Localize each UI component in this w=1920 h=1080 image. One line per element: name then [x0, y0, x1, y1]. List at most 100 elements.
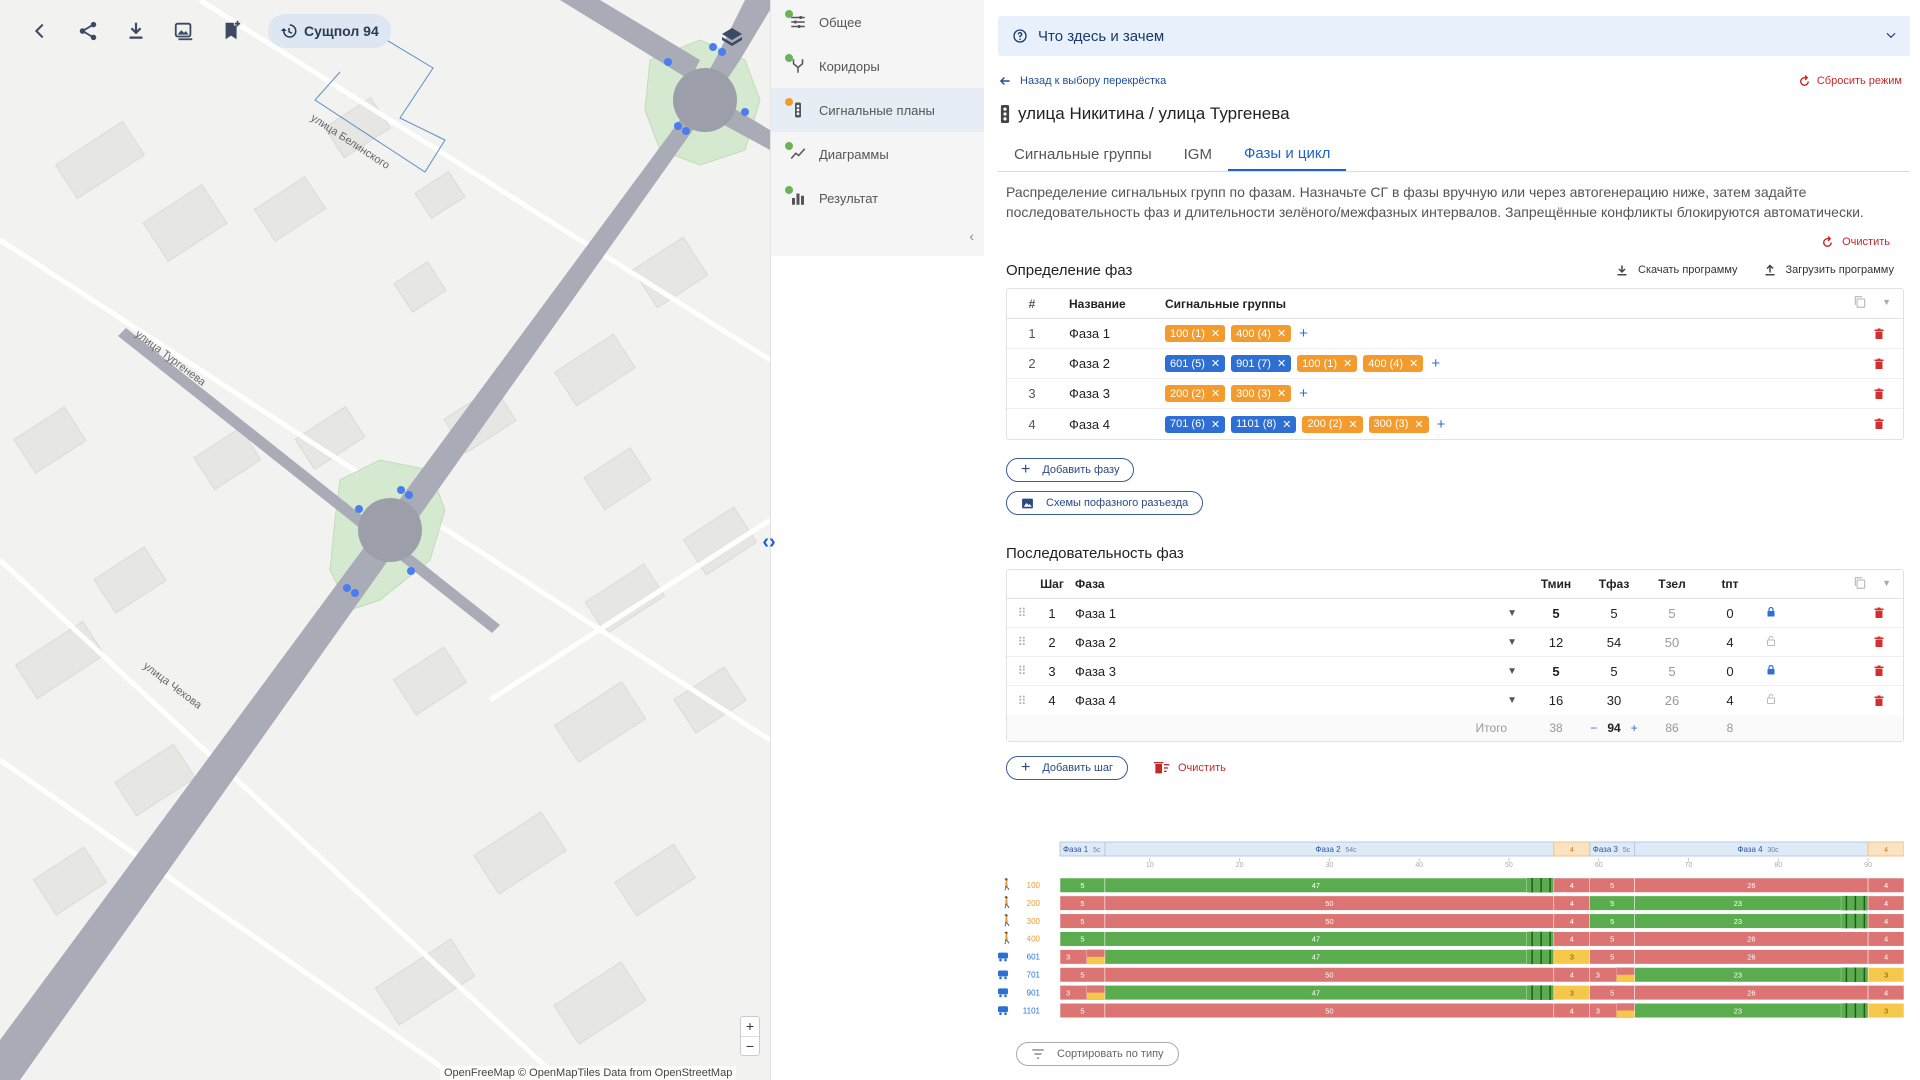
add-group-icon[interactable]: + [1299, 385, 1308, 402]
back-button[interactable] [18, 14, 62, 48]
collapse-sidebar-button[interactable]: ‹ [969, 228, 974, 244]
phase-select[interactable]: Фаза 1 ▼ [1067, 606, 1527, 621]
sort-by-type-button[interactable]: Сортировать по типу [1016, 1042, 1179, 1066]
drag-handle-icon[interactable]: ⠿ [1007, 694, 1037, 708]
signal-group-chip[interactable]: 300 (3) ✕ [1368, 415, 1429, 433]
tphase-input[interactable]: 5 [1585, 606, 1643, 621]
tmin-value: 5 [1552, 605, 1560, 621]
close-icon[interactable]: ✕ [1348, 418, 1357, 431]
add-group-icon[interactable]: + [1431, 355, 1440, 372]
add-group-icon[interactable]: + [1437, 416, 1446, 433]
trash-icon[interactable] [1873, 388, 1885, 400]
close-icon[interactable]: ✕ [1409, 357, 1418, 370]
signal-group-chip[interactable]: 300 (3) ✕ [1231, 385, 1292, 402]
close-icon[interactable]: ✕ [1277, 357, 1286, 370]
bookmark-button[interactable] [210, 14, 254, 48]
sidebar-item-diagrams[interactable]: Диаграммы [771, 132, 984, 176]
split-handle[interactable]: ‹› [754, 531, 784, 553]
reset-mode-link[interactable]: Сбросить режим [1798, 74, 1902, 88]
caret-down-icon[interactable]: ▼ [1882, 578, 1891, 588]
trash-icon[interactable] [1873, 636, 1885, 648]
phase-select[interactable]: Фаза 4 ▼ [1067, 693, 1527, 708]
flash-stripe [1854, 967, 1857, 982]
clear-sequence-label: Очистить [1177, 762, 1226, 774]
trash-icon[interactable] [1873, 418, 1885, 430]
sidebar-item-corridors[interactable]: Коридоры [771, 44, 984, 88]
phase-select[interactable]: Фаза 3 ▼ [1067, 664, 1527, 679]
phase-select[interactable]: Фаза 2 ▼ [1067, 635, 1527, 650]
lock-icon[interactable] [1759, 664, 1783, 679]
sequence-row: ⠿ 1 Фаза 1 ▼ 5 5 5 0 [1007, 599, 1903, 628]
close-icon[interactable]: ✕ [1414, 418, 1423, 431]
map-view[interactable]: улица Белинского улица Тургенева улица Ч… [0, 0, 770, 1080]
signal-group-chip[interactable]: 200 (2) ✕ [1165, 385, 1226, 402]
signal-group-chip[interactable]: 901 (7) ✕ [1231, 355, 1292, 372]
trash-icon[interactable] [1873, 665, 1885, 677]
plan-chip[interactable]: Сущпол 94 [268, 14, 391, 48]
signal-group-chip[interactable]: 400 (4) ✕ [1231, 325, 1292, 342]
add-step-button[interactable]: + Добавить шаг [1006, 756, 1128, 780]
chip-label: 100 (1) [1170, 327, 1205, 340]
signal-group-chip[interactable]: 200 (2) ✕ [1302, 415, 1363, 433]
close-icon[interactable]: ✕ [1277, 327, 1286, 340]
tab-signal-groups[interactable]: Сигнальные группы [998, 138, 1168, 171]
tab-phases-cycle[interactable]: Фазы и цикл [1227, 138, 1347, 171]
copy-icon[interactable] [1853, 295, 1867, 309]
trash-icon[interactable] [1873, 607, 1885, 619]
add-phase-button[interactable]: + Добавить фазу [1006, 458, 1135, 482]
signal-group-chip[interactable]: 400 (4) ✕ [1363, 355, 1424, 372]
upload-program-button[interactable]: Загрузить программу [1764, 263, 1894, 277]
lock-icon[interactable] [1759, 693, 1783, 708]
sidebar-item-general[interactable]: Общее [771, 0, 984, 44]
signal-group-chip[interactable]: 701 (6) ✕ [1165, 415, 1226, 433]
image-export-button[interactable] [162, 14, 206, 48]
clear-sequence-button[interactable]: Очистить [1153, 761, 1226, 775]
tphase-input[interactable]: 5 [1585, 664, 1643, 679]
close-icon[interactable]: ✕ [1211, 357, 1220, 370]
close-icon[interactable]: ✕ [1211, 327, 1220, 340]
trash-icon[interactable] [1873, 695, 1885, 707]
close-icon[interactable]: ✕ [1282, 418, 1291, 431]
download-program-button[interactable]: Скачать программу [1616, 264, 1738, 277]
trash-icon[interactable] [1873, 358, 1885, 370]
lock-icon[interactable] [1759, 635, 1783, 650]
close-icon[interactable]: ✕ [1343, 357, 1352, 370]
close-icon[interactable]: ✕ [1211, 418, 1220, 431]
drag-handle-icon[interactable]: ⠿ [1007, 635, 1037, 649]
map-attribution[interactable]: OpenFreeMap © OpenMapTiles Data from Ope… [440, 1066, 737, 1080]
increment-cycle-button[interactable]: + [1631, 721, 1638, 735]
red-segment [1059, 949, 1088, 965]
close-icon[interactable]: ✕ [1211, 387, 1220, 400]
share-button[interactable] [66, 14, 110, 48]
column-header: # [1028, 296, 1036, 311]
lock-icon[interactable] [1759, 606, 1783, 621]
drag-handle-icon[interactable]: ⠿ [1007, 664, 1037, 678]
tab-igm[interactable]: IGM [1168, 138, 1228, 171]
clear-all-button[interactable]: Очистить [1821, 232, 1890, 252]
signal-group-label: 300 [1027, 917, 1041, 926]
zoom-out-button[interactable]: − [741, 1036, 759, 1055]
signal-group-chip[interactable]: 1101 (8) ✕ [1231, 415, 1297, 433]
download-button[interactable] [114, 14, 158, 48]
signal-group-chip[interactable]: 601 (5) ✕ [1165, 355, 1226, 372]
trash-icon[interactable] [1873, 328, 1885, 340]
signal-group-chip[interactable]: 100 (1) ✕ [1165, 325, 1226, 342]
signal-group-chip[interactable]: 100 (1) ✕ [1297, 355, 1358, 372]
caret-down-icon[interactable]: ▼ [1882, 297, 1891, 307]
drag-handle-icon[interactable]: ⠿ [1007, 606, 1037, 620]
tphase-input[interactable]: 54 [1585, 635, 1643, 650]
phase-schemes-button[interactable]: Схемы пофазного разъезда [1006, 491, 1204, 515]
tphase-input[interactable]: 30 [1585, 693, 1643, 708]
add-group-icon[interactable]: + [1299, 325, 1308, 342]
zoom-in-button[interactable]: + [741, 1017, 759, 1036]
segment-duration-label: 4 [1884, 899, 1888, 908]
signal-group-label: 701 [1027, 971, 1041, 980]
info-bar[interactable]: Что здесь и зачем [998, 16, 1910, 56]
close-icon[interactable]: ✕ [1277, 387, 1286, 400]
sidebar-item-signal-plans[interactable]: Сигнальные планы [771, 88, 984, 132]
sidebar-item-results[interactable]: Результат [771, 176, 984, 220]
tmin-value: 5 [1552, 663, 1560, 679]
decrement-cycle-button[interactable]: − [1590, 721, 1597, 735]
back-to-crossing-link[interactable]: Назад к выбору перекрёстка [998, 74, 1166, 88]
copy-icon[interactable] [1853, 576, 1867, 590]
